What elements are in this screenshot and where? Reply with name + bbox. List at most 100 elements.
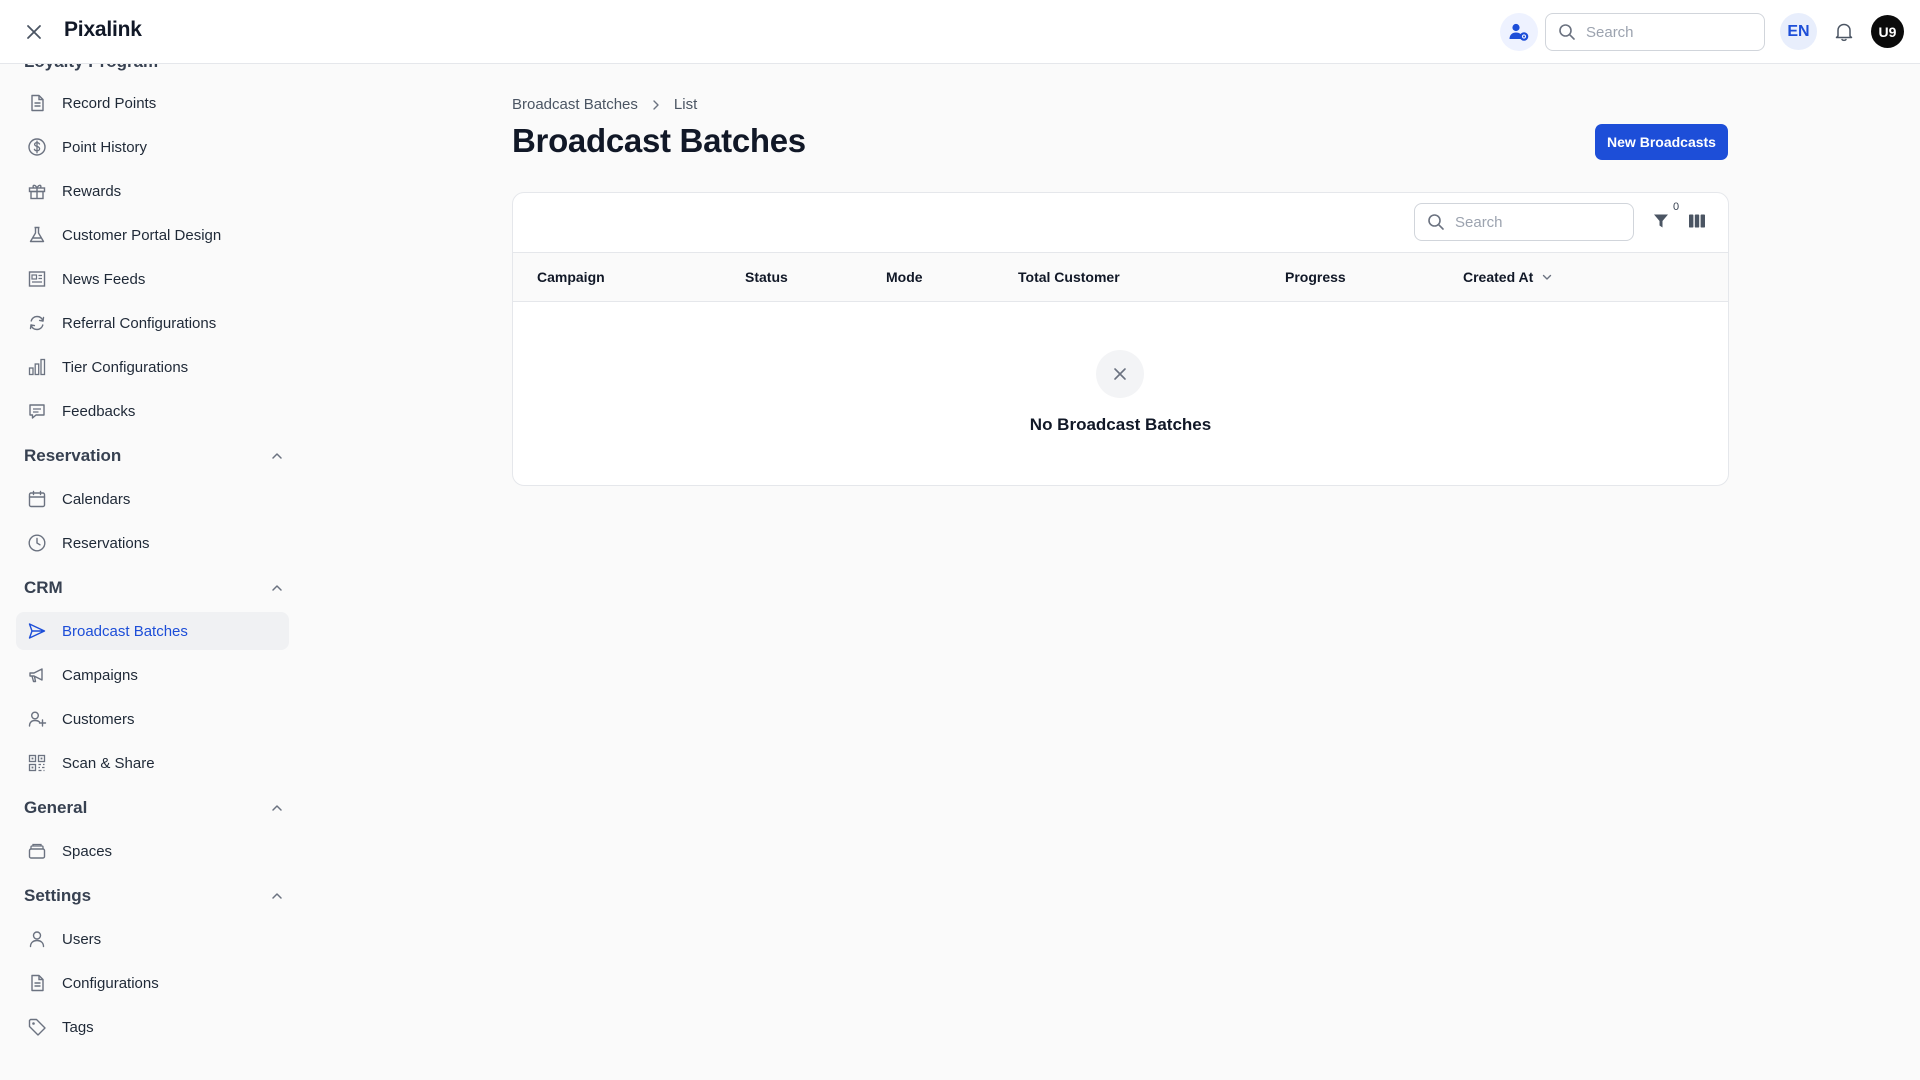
sidebar-item-label: News Feeds (62, 270, 146, 288)
empty-state-text: No Broadcast Batches (1029, 415, 1212, 434)
section-title-general: General (24, 798, 88, 817)
sidebar-item-scan-share[interactable]: Scan & Share (16, 744, 289, 782)
global-search[interactable] (1545, 13, 1765, 51)
section-title-crm: CRM (24, 578, 63, 597)
search-icon (1428, 214, 1444, 230)
user-gear-icon (1509, 23, 1529, 41)
calendar-icon (26, 488, 48, 510)
column-header-created-at[interactable]: Created At (1463, 253, 1553, 301)
breadcrumb: Broadcast Batches List (512, 96, 697, 113)
chevron-right-icon (650, 99, 662, 111)
column-header-label: Created At (1463, 269, 1534, 285)
gift-icon (26, 180, 48, 202)
sidebar-item-reservations[interactable]: Reservations (16, 524, 289, 562)
column-header-total-customer[interactable]: Total Customer (1018, 253, 1120, 301)
send-icon (26, 620, 48, 642)
sidebar-item-label: Customers (62, 710, 135, 728)
filter-count-badge: 0 (1673, 201, 1680, 213)
qr-code-icon (26, 752, 48, 774)
top-bar: Pixalink EN U9 (0, 0, 1920, 64)
section-header-general[interactable]: General (24, 794, 284, 822)
sidebar-item-feedbacks[interactable]: Feedbacks (16, 392, 289, 430)
new-broadcasts-button[interactable]: New Broadcasts (1595, 124, 1728, 160)
chevron-up-icon (272, 893, 282, 899)
sidebar-item-configurations[interactable]: Configurations (16, 964, 289, 1002)
tag-icon (26, 1016, 48, 1038)
sidebar-item-spaces[interactable]: Spaces (16, 832, 289, 870)
breadcrumb-item-list: List (673, 96, 698, 113)
chevron-up-icon (272, 805, 282, 811)
sidebar-item-record-points[interactable]: Record Points (16, 84, 289, 122)
document-icon (26, 972, 48, 994)
filter-button[interactable] (1649, 209, 1673, 233)
sidebar-item-tier-configurations[interactable]: Tier Configurations (16, 348, 289, 386)
section-title-settings: Settings (24, 886, 92, 905)
table-search-input[interactable] (1455, 213, 1615, 231)
column-header-campaign[interactable]: Campaign (537, 253, 605, 301)
section-header-reservation[interactable]: Reservation (24, 442, 284, 470)
sidebar-item-label: Point History (62, 138, 148, 156)
section-title-reservation: Reservation (24, 446, 122, 465)
column-header-progress[interactable]: Progress (1285, 253, 1346, 301)
sidebar-item-users[interactable]: Users (16, 920, 289, 958)
sidebar-item-broadcast-batches[interactable]: Broadcast Batches (16, 612, 289, 650)
sidebar-item-label: Feedbacks (62, 402, 136, 420)
sidebar-item-rewards[interactable]: Rewards (16, 172, 289, 210)
sidebar-item-label: Broadcast Batches (62, 622, 188, 640)
user-avatar[interactable]: U9 (1871, 15, 1904, 48)
chevron-up-icon (272, 585, 282, 591)
brand-name: Pixalink (64, 18, 142, 41)
document-icon (26, 92, 48, 114)
notifications-button[interactable] (1829, 17, 1859, 47)
columns-icon (1689, 214, 1705, 228)
sidebar-item-calendars[interactable]: Calendars (16, 480, 289, 518)
chevron-up-icon (272, 453, 282, 459)
global-search-input[interactable] (1586, 23, 1746, 41)
megaphone-icon (26, 664, 48, 686)
team-settings-button[interactable] (1500, 13, 1538, 51)
sidebar-item-label: Record Points (62, 94, 157, 112)
sidebar-item-label: Configurations (62, 974, 159, 992)
table-header: Campaign Status Mode Total Customer Prog… (513, 252, 1728, 302)
sidebar-item-label: Users (62, 930, 102, 948)
refresh-icon (26, 312, 48, 334)
sidebar-item-label: Scan & Share (62, 754, 155, 772)
user-plus-icon (26, 708, 48, 730)
filter-icon (1654, 214, 1668, 228)
section-header-crm[interactable]: CRM (24, 574, 284, 602)
sidebar-item-label: Reservations (62, 534, 150, 552)
columns-button[interactable] (1685, 209, 1709, 233)
section-title-loyalty-program: Loyalty Program (24, 64, 158, 72)
chat-icon (26, 400, 48, 422)
table-search[interactable] (1414, 203, 1634, 241)
sidebar-item-label: Referral Configurations (62, 314, 217, 332)
bell-icon (1835, 23, 1853, 42)
sidebar-item-customer-portal-design[interactable]: Customer Portal Design (16, 216, 289, 254)
sidebar-item-referral-configurations[interactable]: Referral Configurations (16, 304, 289, 342)
bar-chart-icon (26, 356, 48, 378)
close-icon (27, 25, 41, 39)
close-button[interactable] (20, 18, 48, 46)
language-button[interactable]: EN (1780, 13, 1817, 50)
sidebar-item-label: Tags (62, 1018, 94, 1036)
newspaper-icon (26, 268, 48, 290)
column-header-mode[interactable]: Mode (886, 253, 923, 301)
breadcrumb-item-broadcast-batches[interactable]: Broadcast Batches (512, 96, 638, 113)
sidebar-item-campaigns[interactable]: Campaigns (16, 656, 289, 694)
user-icon (26, 928, 48, 950)
sidebar-item-news-feeds[interactable]: News Feeds (16, 260, 289, 298)
sidebar-item-label: Customer Portal Design (62, 226, 222, 244)
search-icon (1559, 24, 1575, 40)
sidebar-item-point-history[interactable]: Point History (16, 128, 289, 166)
empty-state-icon (1096, 350, 1144, 398)
dollar-circle-icon (26, 136, 48, 158)
sidebar-item-label: Calendars (62, 490, 131, 508)
section-header-settings[interactable]: Settings (24, 882, 284, 910)
sidebar: Loyalty Program Record Points Point Hist… (0, 64, 300, 1080)
sidebar-item-label: Spaces (62, 842, 113, 860)
column-header-status[interactable]: Status (745, 253, 788, 301)
page-title: Broadcast Batches (512, 122, 806, 159)
sidebar-item-customers[interactable]: Customers (16, 700, 289, 738)
chevron-down-icon (1541, 271, 1553, 283)
sidebar-item-tags[interactable]: Tags (16, 1008, 289, 1046)
